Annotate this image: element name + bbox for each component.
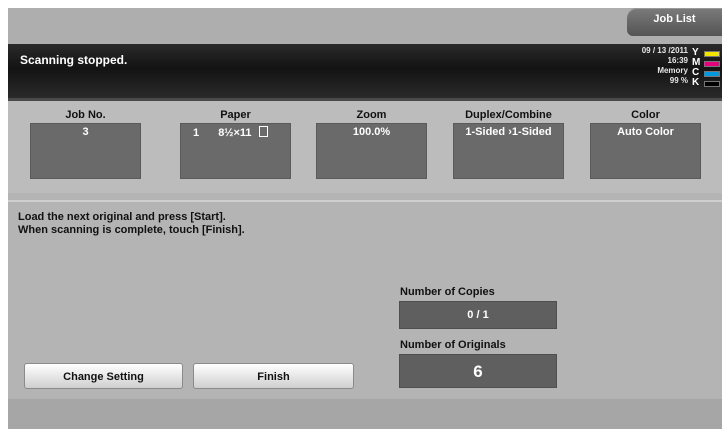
change-setting-button[interactable]: Change Setting — [24, 363, 183, 389]
zoom-column: Zoom 100.0% — [316, 107, 427, 179]
duplex-value: 1-Sided ›1-Sided — [453, 123, 564, 179]
paper-tray: 1 — [193, 127, 200, 139]
instruction-line-1: Load the next original and press [Start]… — [18, 211, 226, 223]
status-bar: Scanning stopped. 09 / 13 /2011 16:39 Me… — [8, 44, 722, 101]
scan-panel: Load the next original and press [Start]… — [8, 200, 722, 401]
bottom-bar — [8, 399, 722, 429]
job-list-button[interactable]: Job List — [627, 8, 722, 36]
paper-size: 8½×11 — [218, 127, 252, 139]
copier-screen: Job List Scanning stopped. 09 / 13 /2011… — [8, 8, 722, 429]
toner-black-bar — [704, 81, 720, 87]
color-column: Color Auto Color — [590, 107, 701, 179]
zoom-value: 100.0% — [316, 123, 427, 179]
status-message: Scanning stopped. — [20, 53, 128, 67]
job-settings-panel: Job No. 3 Paper 1 8½×11 Zoom 100.0% Dupl… — [8, 101, 722, 193]
instruction-text: Load the next original and press [Start]… — [18, 211, 245, 237]
originals-value: 6 — [399, 354, 557, 388]
toner-levels: Y M C K — [692, 47, 720, 88]
finish-button[interactable]: Finish — [193, 363, 354, 389]
paper-column: Paper 1 8½×11 — [180, 107, 291, 179]
zoom-label: Zoom — [356, 109, 387, 121]
color-label: Color — [631, 109, 660, 121]
duplex-label: Duplex/Combine — [465, 109, 552, 121]
toner-cyan-bar — [704, 71, 720, 77]
toner-magenta-bar — [704, 61, 720, 67]
copies-label: Number of Copies — [400, 286, 495, 298]
portrait-paper-icon — [258, 126, 268, 137]
paper-value: 1 8½×11 — [180, 123, 291, 179]
duplex-column: Duplex/Combine 1-Sided ›1-Sided — [453, 107, 564, 179]
job-no-value: 3 — [30, 123, 141, 179]
job-no-label: Job No. — [65, 109, 106, 121]
top-bar: Job List — [8, 8, 722, 44]
paper-label: Paper — [220, 109, 251, 121]
job-no-column: Job No. 3 — [30, 107, 141, 179]
toner-yellow-bar — [704, 51, 720, 57]
originals-label: Number of Originals — [400, 339, 506, 351]
system-info: 09 / 13 /2011 16:39 Memory 99 % — [618, 46, 688, 86]
color-value: Auto Color — [590, 123, 701, 179]
time-display: 16:39 — [667, 56, 688, 65]
memory-label: Memory — [657, 66, 688, 75]
instruction-line-2: When scanning is complete, touch [Finish… — [18, 224, 245, 236]
copies-value: 0 / 1 — [399, 301, 557, 329]
date-display: 09 / 13 /2011 — [641, 46, 688, 55]
memory-value: 99 % — [669, 76, 688, 85]
toner-black: K — [692, 77, 720, 88]
